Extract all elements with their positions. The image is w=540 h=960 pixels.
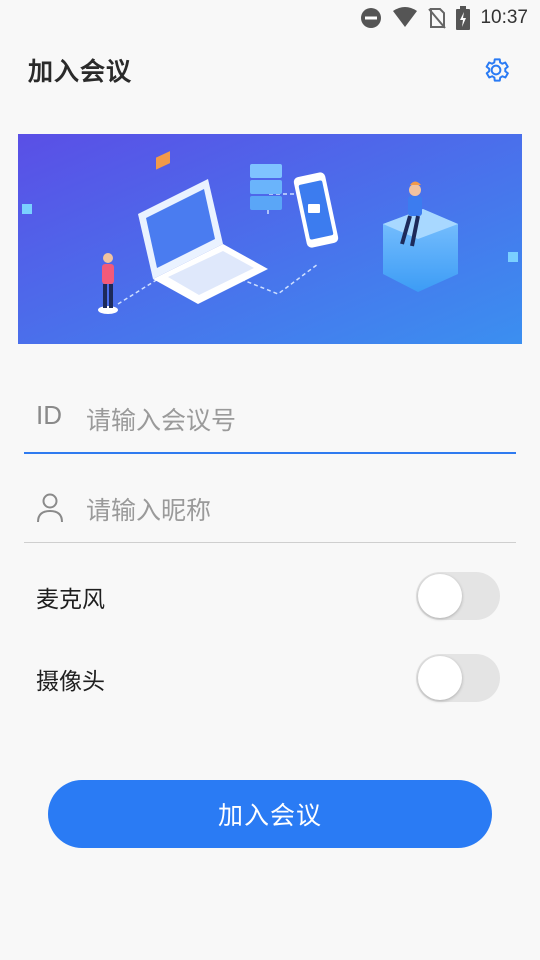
settings-button[interactable]	[480, 54, 512, 86]
person-icon	[36, 492, 64, 528]
camera-row: 摄像头	[36, 648, 506, 708]
wifi-icon	[393, 7, 418, 27]
id-prefix-label: ID	[36, 400, 62, 430]
meeting-id-field: ID	[24, 390, 516, 454]
banner-illustration	[18, 134, 522, 344]
do-not-disturb-icon	[361, 8, 382, 28]
gear-icon	[485, 58, 509, 82]
toggle-knob	[418, 656, 462, 700]
camera-label: 摄像头	[36, 669, 105, 695]
microphone-toggle[interactable]	[416, 572, 500, 620]
nickname-field	[24, 480, 516, 543]
join-meeting-button[interactable]: 加入会议	[48, 780, 492, 848]
nickname-input[interactable]	[84, 488, 508, 532]
battery-charging-icon	[456, 6, 471, 30]
floating-cube	[22, 204, 32, 214]
status-icons: 10:37	[360, 6, 528, 30]
camera-toggle[interactable]	[416, 654, 500, 702]
meeting-id-input[interactable]	[84, 398, 508, 442]
toggle-knob	[418, 574, 462, 618]
server-graphic	[250, 164, 282, 210]
no-sim-icon	[428, 8, 447, 29]
status-time: 10:37	[480, 7, 528, 28]
microphone-label: 麦克风	[36, 587, 105, 613]
app-header: 加入会议	[0, 40, 540, 100]
page-title: 加入会议	[28, 57, 133, 86]
microphone-row: 麦克风	[36, 566, 506, 626]
status-bar: 10:37	[0, 0, 540, 36]
